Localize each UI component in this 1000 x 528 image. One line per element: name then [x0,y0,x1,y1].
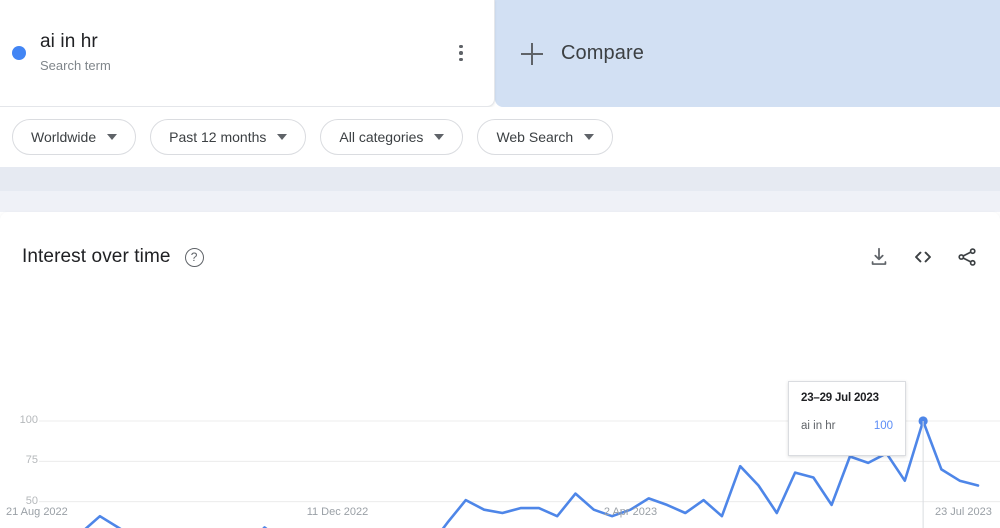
filter-chip-location[interactable]: Worldwide [12,119,137,155]
search-term-subtitle: Search term [40,58,111,73]
compare-button[interactable]: Compare [495,0,1000,107]
plus-icon [521,42,543,65]
chevron-down-icon [434,134,445,140]
compare-label: Compare [561,42,644,64]
background-band-lower [0,191,1000,212]
x-axis-tick-label: 23 Jul 2023 [935,506,992,518]
x-axis-tick-label: 11 Dec 2022 [306,506,369,518]
tooltip-date-range: 23–29 Jul 2023 [801,392,879,404]
share-icon[interactable] [956,246,978,268]
more-vert-icon[interactable] [448,36,474,70]
embed-code-icon[interactable] [912,246,934,268]
filter-chip-search-type[interactable]: Web Search [477,119,614,155]
y-axis-tick-label: 100 [19,414,38,426]
google-trends-page: ai in hr Search term Compare Worldwide P… [0,0,1000,528]
page-title: Interest over time [22,246,171,267]
filter-chip-location-label: Worldwide [31,129,97,145]
x-axis-tick-label: 2 Apr 2023 [603,506,658,518]
search-term-bar: ai in hr Search term Compare [0,0,1000,107]
filter-chips-row: Worldwide Past 12 months All categories … [0,107,1000,167]
chart-tooltip: 23–29 Jul 2023 ai in hr 100 [788,381,906,456]
tooltip-series-name: ai in hr [801,420,836,432]
card-actions [868,246,978,268]
chevron-down-icon [584,134,595,140]
search-term-texts: ai in hr Search term [40,30,448,76]
tooltip-series-value: 100 [873,420,893,432]
filter-chip-search-type-label: Web Search [496,129,574,145]
x-axis-tick-label: 21 Aug 2022 [6,506,68,518]
search-term-card[interactable]: ai in hr Search term [0,0,495,107]
filter-chip-category-label: All categories [339,129,424,145]
filter-chip-time-range[interactable]: Past 12 months [150,119,307,155]
chevron-down-icon [277,134,288,140]
y-axis-tick-label: 50 [25,494,38,507]
background-band-upper [0,167,1000,191]
filter-chip-time-range-label: Past 12 months [169,129,267,145]
card-header: Interest over time ? [22,240,978,274]
download-icon[interactable] [868,246,890,268]
chevron-down-icon [107,134,118,140]
tooltip-series-row: ai in hr 100 [801,420,893,432]
question-mark-icon[interactable]: ? [184,247,204,267]
interest-over-time-card: Interest over time ? 50 75 100 21 Aug 20… [0,212,1000,528]
series-color-dot [12,46,26,60]
search-term-title: ai in hr [40,31,98,52]
filter-chip-category[interactable]: All categories [320,119,464,155]
y-axis-tick-label: 75 [25,454,38,467]
